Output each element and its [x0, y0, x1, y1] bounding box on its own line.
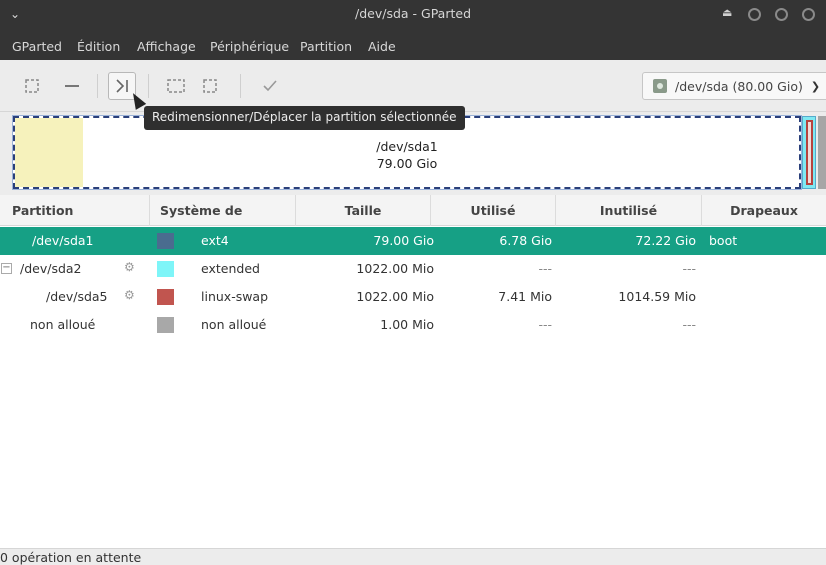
toolbar-separator — [97, 74, 98, 98]
menu-bar: GParted Édition Affichage Périphérique P… — [0, 34, 826, 60]
key-icon: ⚙ — [124, 288, 135, 302]
cell-filesystem: extended — [201, 261, 260, 276]
title-bar: ⌄ /dev/sda - GParted ⏏ — [0, 0, 826, 34]
cell-unused: --- — [682, 261, 696, 276]
device-selector[interactable]: /dev/sda (80.00 Gio) ❯ — [642, 72, 826, 100]
new-partition-icon — [25, 79, 39, 93]
col-filesystem[interactable]: Système de fichiers — [150, 195, 296, 249]
minus-icon — [65, 85, 79, 87]
cell-used: --- — [538, 317, 552, 332]
paste-button[interactable] — [196, 72, 224, 100]
cell-unused: 1014.59 Mio — [618, 289, 696, 304]
partition-table: Partition Système de fichiers Taille Uti… — [0, 195, 826, 548]
table-row[interactable]: /dev/sda1 ext4 79.00 Gio 6.78 Gio 72.22 … — [0, 227, 826, 255]
cell-used: 6.78 Gio — [499, 233, 552, 248]
eject-icon[interactable]: ⏏ — [722, 6, 732, 19]
diskmap-partition-swap[interactable] — [806, 120, 813, 185]
diskmap-unallocated[interactable] — [818, 116, 826, 189]
window-title: /dev/sda - GParted — [355, 6, 471, 21]
apply-button[interactable] — [256, 72, 284, 100]
collapse-icon[interactable]: − — [1, 263, 12, 274]
table-row[interactable]: − /dev/sda2 ⚙ extended 1022.00 Mio --- -… — [0, 255, 826, 283]
paste-icon — [203, 79, 217, 93]
col-partition[interactable]: Partition — [0, 195, 150, 226]
delete-partition-button[interactable] — [58, 72, 86, 100]
menu-partition[interactable]: Partition — [300, 39, 352, 54]
minimize-button[interactable] — [748, 8, 761, 21]
resize-move-icon — [116, 79, 128, 93]
diskmap-partition-size: 79.00 Gio — [376, 156, 438, 171]
col-unused[interactable]: Inutilisé — [556, 195, 702, 226]
toolbar: /dev/sda (80.00 Gio) ❯ — [0, 60, 826, 112]
cell-size: 1.00 Mio — [380, 317, 434, 332]
cell-unused: 72.22 Gio — [635, 233, 696, 248]
fs-color-swatch — [157, 289, 174, 305]
cell-partition: /dev/sda2 — [20, 261, 82, 276]
diskmap-partition-name: /dev/sda1 — [376, 139, 438, 154]
tooltip: Redimensionner/Déplacer la partition sél… — [144, 106, 465, 130]
cell-used: --- — [538, 261, 552, 276]
cell-partition: non alloué — [30, 317, 96, 332]
cell-filesystem: non alloué — [201, 317, 267, 332]
menu-gparted[interactable]: GParted — [12, 39, 62, 54]
status-bar: 0 opération en attente — [0, 548, 826, 565]
cell-unused: --- — [682, 317, 696, 332]
chevron-down-icon: ❯ — [810, 79, 821, 93]
table-header: Partition Système de fichiers Taille Uti… — [0, 195, 826, 249]
cell-filesystem: linux-swap — [201, 289, 269, 304]
cell-partition: /dev/sda1 — [32, 233, 94, 248]
cell-size: 79.00 Gio — [373, 233, 434, 248]
table-row[interactable]: non alloué non alloué 1.00 Mio --- --- — [0, 311, 826, 339]
status-text: 0 opération en attente — [0, 550, 142, 565]
fs-color-swatch — [157, 233, 174, 249]
new-partition-button[interactable] — [18, 72, 46, 100]
menu-peripherique[interactable]: Périphérique — [210, 39, 289, 54]
cell-size: 1022.00 Mio — [356, 261, 434, 276]
diskmap-partition-extended[interactable] — [802, 116, 816, 189]
harddisk-icon — [653, 79, 667, 93]
toolbar-separator — [148, 74, 149, 98]
check-icon — [263, 80, 277, 92]
close-button[interactable] — [802, 8, 815, 21]
maximize-button[interactable] — [775, 8, 788, 21]
col-size[interactable]: Taille — [296, 195, 431, 226]
col-used[interactable]: Utilisé — [431, 195, 556, 226]
fs-color-swatch — [157, 317, 174, 333]
cell-filesystem: ext4 — [201, 233, 229, 248]
toolbar-separator — [240, 74, 241, 98]
device-label: /dev/sda (80.00 Gio) — [675, 78, 803, 94]
menu-edition[interactable]: Édition — [77, 39, 120, 54]
cell-used: 7.41 Mio — [498, 289, 552, 304]
menu-affichage[interactable]: Affichage — [137, 39, 196, 54]
cell-partition: /dev/sda5 — [46, 289, 108, 304]
copy-button[interactable] — [162, 72, 190, 100]
key-icon: ⚙ — [124, 260, 135, 274]
menu-aide[interactable]: Aide — [368, 39, 396, 54]
copy-icon — [167, 79, 185, 93]
cell-size: 1022.00 Mio — [356, 289, 434, 304]
fs-color-swatch — [157, 261, 174, 277]
cell-flags: boot — [709, 233, 738, 248]
col-flags[interactable]: Drapeaux — [702, 195, 826, 226]
table-row[interactable]: /dev/sda5 ⚙ linux-swap 1022.00 Mio 7.41 … — [0, 283, 826, 311]
